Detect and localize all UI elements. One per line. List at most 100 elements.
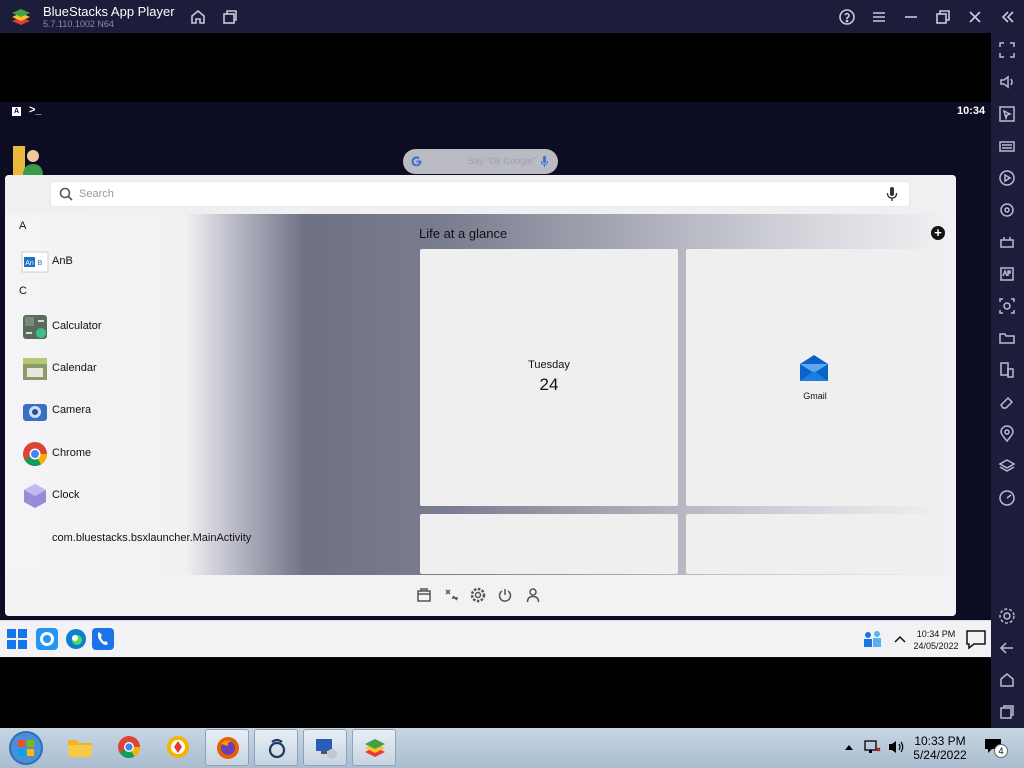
app-item-clock[interactable]: Clock — [19, 478, 379, 514]
settings-gear-icon[interactable] — [470, 587, 486, 603]
clock-icon — [24, 484, 46, 508]
bluestacks-taskbar-icon — [365, 739, 385, 757]
date-tile[interactable]: Tuesday 24 — [420, 249, 678, 506]
mic-icon[interactable] — [885, 186, 899, 202]
calculator-icon — [23, 315, 47, 339]
control-panel-icon[interactable] — [443, 587, 459, 603]
host-date: 5/24/2022 — [913, 748, 967, 762]
firefox-icon — [217, 737, 239, 759]
file-manager-icon[interactable] — [416, 587, 432, 603]
recent-apps-icon[interactable] — [998, 703, 1016, 721]
app-label-clock: Clock — [52, 489, 80, 501]
app-item-chrome[interactable]: Chrome — [19, 436, 379, 472]
circle-app-icon — [268, 738, 286, 759]
taskbar-vpn[interactable] — [156, 729, 200, 766]
back-icon[interactable] — [998, 639, 1016, 657]
user-icon[interactable] — [525, 587, 541, 603]
android-taskbar: 10:34 PM 24/05/2022 — [0, 620, 991, 657]
resize-icon[interactable] — [998, 361, 1016, 379]
app-item-camera[interactable]: Camera — [19, 393, 379, 429]
rotate-icon[interactable] — [998, 201, 1016, 219]
location-icon[interactable] — [998, 425, 1016, 443]
browser-app-icon[interactable] — [35, 627, 59, 651]
phone-icon[interactable] — [91, 627, 115, 651]
gamepad-icon[interactable] — [998, 233, 1016, 251]
drawer-search-box[interactable] — [51, 182, 909, 206]
screenshot-icon[interactable] — [998, 297, 1016, 315]
drawer-search-area — [5, 175, 956, 214]
svg-text:An: An — [25, 260, 34, 267]
network-icon[interactable] — [863, 738, 881, 756]
close-icon[interactable] — [966, 8, 984, 26]
widget-tile-3[interactable] — [420, 514, 678, 574]
help-icon[interactable] — [838, 8, 856, 26]
android-taskbar-date: 24/05/2022 — [913, 641, 959, 651]
vpn-icon — [167, 736, 189, 758]
tile-date-number: 24 — [539, 375, 559, 394]
volume-icon[interactable] — [998, 73, 1016, 91]
host-taskbar: 10:33 PM 5/24/2022 4 — [0, 728, 1024, 768]
app-item-calendar[interactable]: Calendar — [19, 351, 379, 387]
widget-tile-4[interactable] — [686, 514, 944, 574]
glance-title: Life at a glance — [419, 226, 508, 241]
collapse-sidebar-icon[interactable] — [998, 8, 1016, 26]
status-a-indicator: A — [12, 107, 21, 116]
start-menu-icon[interactable] — [6, 628, 28, 650]
app-drawer: A AnB AnB C Calculator Calendar Camera C… — [5, 175, 956, 616]
android-taskbar-clock[interactable]: 10:34 PM 24/05/2022 — [912, 628, 960, 652]
windows-start-icon[interactable] — [6, 729, 46, 767]
show-hidden-icons-icon[interactable] — [844, 743, 854, 751]
app-label-calculator: Calculator — [52, 320, 102, 332]
user-folder-icon[interactable] — [11, 142, 45, 178]
google-mic-icon[interactable] — [540, 155, 549, 168]
home-icon[interactable] — [189, 8, 207, 26]
app-item-bsxlauncher[interactable]: com.bluestacks.bsxlauncher.MainActivity — [19, 521, 379, 557]
keyboard-icon[interactable] — [998, 137, 1016, 155]
taskbar-chrome[interactable] — [107, 729, 151, 766]
drawer-bottom-bar — [5, 575, 956, 616]
app-item-calculator[interactable]: Calculator — [19, 309, 379, 345]
notification-icon[interactable] — [965, 628, 987, 650]
right-sidebar — [991, 33, 1024, 728]
pointer-icon[interactable] — [998, 105, 1016, 123]
minimize-icon[interactable] — [902, 8, 920, 26]
search-input[interactable] — [79, 185, 859, 203]
taskbar-explorer[interactable] — [58, 729, 102, 766]
settings-icon[interactable] — [998, 607, 1016, 625]
taskbar-remote[interactable] — [303, 729, 347, 766]
taskbar-bluestacks[interactable] — [352, 729, 396, 766]
app-title: BlueStacks App Player — [43, 4, 175, 19]
svg-text:B: B — [38, 260, 43, 267]
calendar-icon — [23, 358, 47, 380]
power-icon[interactable] — [497, 587, 513, 603]
record-icon[interactable] — [998, 169, 1016, 187]
fullscreen-icon[interactable] — [998, 41, 1016, 59]
folder-icon[interactable] — [998, 329, 1016, 347]
eco-mode-icon[interactable] — [998, 489, 1016, 507]
people-icon[interactable] — [862, 629, 884, 649]
speaker-icon[interactable] — [887, 738, 907, 756]
layers-icon[interactable] — [998, 457, 1016, 475]
add-widget-button[interactable]: + — [931, 226, 945, 240]
multi-instance-icon[interactable] — [221, 8, 239, 26]
app-label-camera: Camera — [52, 404, 92, 416]
android-home-icon[interactable] — [998, 671, 1016, 689]
host-clock[interactable]: 10:33 PM 5/24/2022 — [907, 734, 973, 762]
gmail-label: Gmail — [803, 391, 827, 401]
app-label-anb: AnB — [52, 255, 73, 267]
edge-icon[interactable] — [64, 627, 88, 651]
anb-icon: An B — [21, 251, 49, 273]
app-version: 5.7.110.1002 N64 — [43, 19, 114, 29]
status-terminal-indicator: >_ — [29, 104, 42, 116]
apk-icon[interactable] — [998, 265, 1016, 283]
taskbar-app-o[interactable] — [254, 729, 298, 766]
chevron-up-icon[interactable] — [893, 632, 907, 646]
app-item-anb[interactable]: An B AnB — [19, 244, 379, 280]
search-icon — [59, 187, 73, 201]
gmail-tile[interactable]: Gmail — [686, 249, 944, 506]
menu-icon[interactable] — [870, 8, 888, 26]
eraser-icon[interactable] — [998, 393, 1016, 411]
restore-icon[interactable] — [934, 8, 952, 26]
taskbar-firefox[interactable] — [205, 729, 249, 766]
title-bar: BlueStacks App Player 5.7.110.1002 N64 — [0, 0, 1024, 33]
